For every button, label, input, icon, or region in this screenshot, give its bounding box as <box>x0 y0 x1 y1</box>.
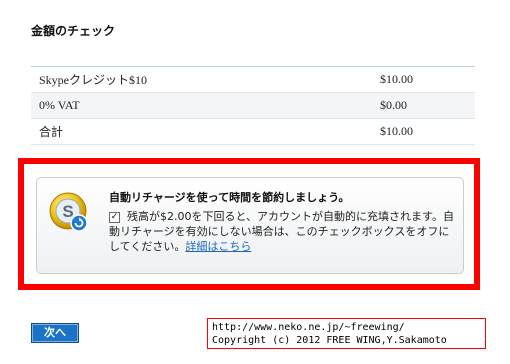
highlight-box: S 自動リチャージを使って時間を節約しましょう。 ✓ 残高が$2.00を下回ると… <box>18 158 480 290</box>
auto-recharge-text: 残高が$2.00を下回ると、アカウントが自動的に充填されます。自動リチャージを有… <box>109 210 454 253</box>
auto-recharge-panel: S 自動リチャージを使って時間を節約しましょう。 ✓ 残高が$2.00を下回ると… <box>36 177 464 274</box>
details-link[interactable]: 詳細はこちら <box>185 240 251 253</box>
table-row: Skypeクレジット$10 $10.00 <box>31 66 475 93</box>
total-label: 合計 <box>31 118 372 145</box>
table-row: 0% VAT $0.00 <box>31 92 475 119</box>
item-label: 0% VAT <box>31 92 372 119</box>
item-amount: $0.00 <box>372 92 475 119</box>
skype-credit-coin-icon: S <box>49 192 88 232</box>
copyright-text: Copyright (c) 2012 FREE WING,Y.Sakamoto <box>212 335 447 346</box>
page-title: 金額のチェック <box>31 24 116 38</box>
auto-recharge-description: 残高が$2.00を下回ると、アカウントが自動的に充填されます。自動リチャージを有… <box>109 209 459 254</box>
auto-recharge-heading: 自動リチャージを使って時間を節約しましょう。 <box>109 191 350 204</box>
copyright-box: http://www.neko.ne.jp/~freewing/ Copyrig… <box>207 318 486 349</box>
next-button[interactable]: 次へ <box>31 323 79 343</box>
item-label: Skypeクレジット$10 <box>31 66 372 93</box>
table-row: 合計 $10.00 <box>31 118 475 145</box>
total-amount: $10.00 <box>372 118 475 145</box>
summary-table: Skypeクレジット$10 $10.00 0% VAT $0.00 合計 $10… <box>31 66 475 145</box>
site-url: http://www.neko.ne.jp/~freewing/ <box>212 322 405 333</box>
item-amount: $10.00 <box>372 66 475 93</box>
